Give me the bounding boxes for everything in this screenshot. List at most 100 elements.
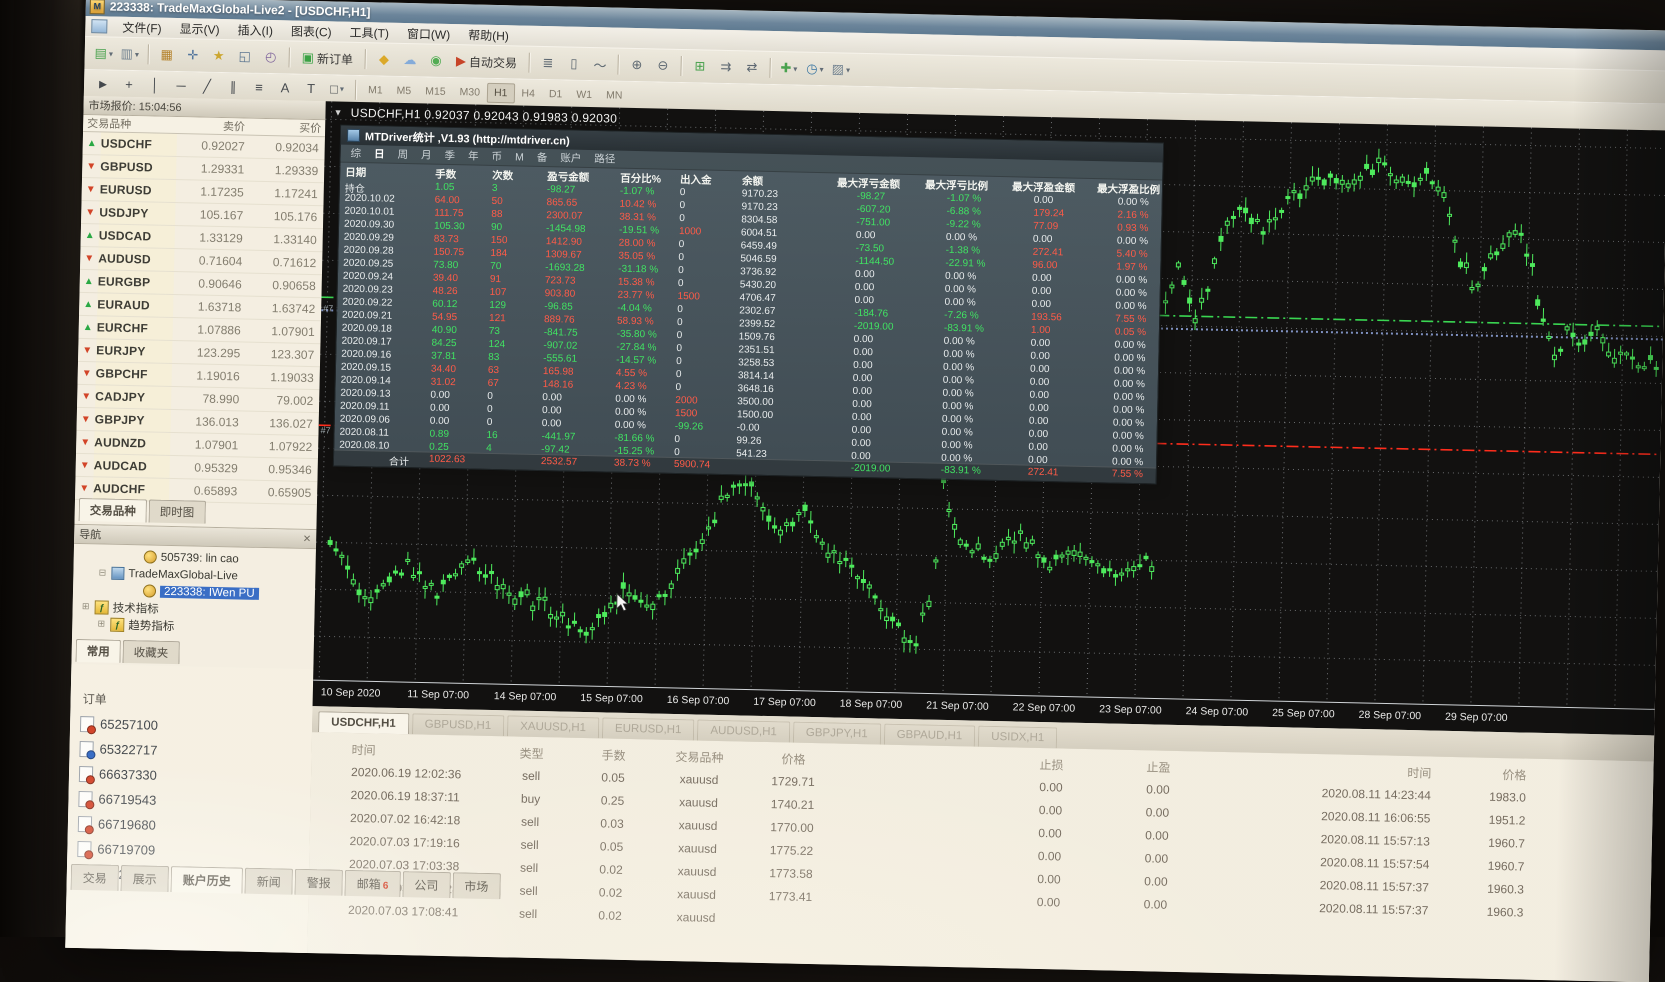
periods-icon[interactable]: ◷▾ <box>803 57 828 82</box>
shapes-tool-icon[interactable]: □▾ <box>325 77 350 102</box>
terminal-icon[interactable]: ◱ <box>232 44 257 69</box>
terminal-tab-账户历史[interactable]: 账户历史 <box>171 866 244 894</box>
history-cell[interactable]: xauusd <box>658 795 738 811</box>
chart-tab-EURUSD,H1[interactable]: EURUSD,H1 <box>602 717 695 740</box>
history-cell[interactable]: 1770.00 <box>752 820 832 836</box>
history-cell[interactable]: sell <box>498 906 558 921</box>
fibonacci-tool-icon[interactable]: ≡ <box>247 75 272 100</box>
history-cell[interactable]: 2020.07.02 16:42:18 <box>350 811 490 828</box>
history-cell[interactable]: 0.00 <box>1116 851 1196 867</box>
history-cell[interactable]: 0.00 <box>1116 874 1196 890</box>
label-tool-icon[interactable]: T <box>299 76 324 101</box>
stats-toolbar-年[interactable]: 年 <box>468 148 479 163</box>
stats-toolbar-月[interactable]: 月 <box>421 147 432 162</box>
expander-icon[interactable]: ⊞ <box>81 601 91 612</box>
menu-item-6[interactable]: 帮助(H) <box>459 24 518 46</box>
expander-icon[interactable]: ⊟ <box>97 567 107 578</box>
menu-item-2[interactable]: 插入(I) <box>228 19 282 41</box>
history-cell[interactable]: 1775.22 <box>751 843 831 859</box>
timeframe-m30[interactable]: M30 <box>452 82 487 103</box>
history-cell[interactable]: 1983.0 <box>1436 789 1526 805</box>
history-cell[interactable]: 0.02 <box>580 885 640 900</box>
tab-即时图[interactable]: 即时图 <box>149 499 206 523</box>
navigator-icon[interactable]: ★ <box>206 44 231 69</box>
chart-tab-GBPUSD,H1[interactable]: GBPUSD,H1 <box>412 713 505 736</box>
chart-tab-AUDUSD,H1[interactable]: AUDUSD,H1 <box>697 720 790 743</box>
history-cell[interactable]: xauusd <box>657 841 737 857</box>
cursor-tool-icon[interactable]: ► <box>91 72 116 97</box>
history-cell[interactable]: 1960.3 <box>1434 881 1524 897</box>
new-chart-icon[interactable]: ▤▾ <box>91 41 116 66</box>
history-cell[interactable]: xauusd <box>657 864 737 880</box>
candlestick-icon[interactable]: ▯ <box>562 51 587 76</box>
zoom-out-icon[interactable]: ⊖ <box>651 53 676 78</box>
tab-交易品种[interactable]: 交易品种 <box>79 498 147 522</box>
tab-常用[interactable]: 常用 <box>75 639 120 663</box>
menu-item-3[interactable]: 图表(C) <box>282 20 341 42</box>
history-cell[interactable]: 2020.06.19 12:02:36 <box>351 765 491 782</box>
strategy-tester-icon[interactable]: ◴ <box>258 45 283 70</box>
dropdown-arrow-icon[interactable]: ▾ <box>793 64 797 73</box>
history-cell[interactable]: 1960.7 <box>1435 835 1525 851</box>
expander-icon[interactable]: ⊞ <box>96 618 106 629</box>
terminal-tab-公司[interactable]: 公司 <box>402 871 451 898</box>
history-cell[interactable]: 0.25 <box>582 793 642 808</box>
history-cell[interactable]: sell <box>499 837 559 852</box>
crosshair-tool-icon[interactable]: + <box>117 72 142 97</box>
stats-toolbar-路径[interactable]: 路径 <box>594 151 615 166</box>
history-cell[interactable]: 0.03 <box>582 816 642 831</box>
dropdown-arrow-icon[interactable]: ▾ <box>819 65 823 74</box>
history-cell[interactable]: 2020.08.11 14:23:44 <box>1251 785 1431 803</box>
history-cell[interactable]: 2020.07.03 17:19:16 <box>349 834 489 851</box>
history-cell[interactable]: 2020.08.11 15:57:54 <box>1249 854 1429 872</box>
history-cell[interactable]: 2020.06.19 18:37:11 <box>350 788 490 805</box>
timeframe-w1[interactable]: W1 <box>569 84 599 105</box>
history-cell[interactable]: 0.00 <box>1115 897 1195 913</box>
timeframe-m1[interactable]: M1 <box>361 80 390 101</box>
history-cell[interactable]: xauusd <box>658 818 738 834</box>
terminal-tab-交易[interactable]: 交易 <box>70 864 119 891</box>
menu-item-0[interactable]: 文件(F) <box>113 16 171 38</box>
chart-menu-icon[interactable] <box>91 19 107 33</box>
horizontal-line-tool-icon[interactable]: ─ <box>169 73 194 98</box>
history-cell[interactable]: 0.00 <box>1117 805 1197 821</box>
auto-scroll-icon[interactable]: ⇄ <box>740 55 765 80</box>
history-cell[interactable]: sell <box>498 883 558 898</box>
history-cell[interactable]: 0.00 <box>1011 779 1091 795</box>
menu-item-4[interactable]: 工具(T) <box>340 21 398 43</box>
terminal-tab-市场[interactable]: 市场 <box>452 872 501 899</box>
text-tool-icon[interactable]: A <box>273 76 298 101</box>
profiles-icon[interactable]: ▥▾ <box>117 42 142 67</box>
history-cell[interactable]: 0.00 <box>1009 871 1089 887</box>
dropdown-arrow-icon[interactable]: ▾ <box>135 50 139 59</box>
timeframe-mn[interactable]: MN <box>599 85 630 106</box>
dropdown-arrow-icon[interactable]: ▾ <box>109 49 113 58</box>
vertical-line-tool-icon[interactable]: │ <box>143 73 168 98</box>
close-icon[interactable]: ✕ <box>303 533 312 544</box>
history-cell[interactable]: xauusd <box>659 772 739 788</box>
chart-tab-XAUUSD,H1[interactable]: XAUUSD,H1 <box>507 715 599 738</box>
zoom-in-icon[interactable]: ⊕ <box>625 53 650 78</box>
dropdown-arrow-icon[interactable]: ▾ <box>846 65 850 74</box>
stats-toolbar-账户[interactable]: 账户 <box>560 150 581 165</box>
history-cell[interactable]: 2020.08.11 15:57:13 <box>1250 831 1430 849</box>
templates-icon[interactable]: ▨▾ <box>829 57 854 82</box>
channel-tool-icon[interactable]: ∥ <box>221 74 246 99</box>
history-cell[interactable]: 1773.58 <box>751 866 831 882</box>
history-cell[interactable]: 2020.08.11 15:57:37 <box>1248 900 1428 918</box>
new-order-button[interactable]: ▣新订单 <box>295 46 359 71</box>
market-watch-icon[interactable]: ▦ <box>154 43 179 68</box>
history-cell[interactable]: sell <box>499 860 559 875</box>
chart-shift-icon[interactable]: ⇉ <box>714 55 739 80</box>
autotrading-button[interactable]: ▶自动交易 <box>450 49 524 75</box>
terminal-tab-警报[interactable]: 警报 <box>295 869 344 896</box>
metaeditor-icon[interactable]: ◆ <box>372 47 397 72</box>
history-cell[interactable]: 0.02 <box>581 862 641 877</box>
terminal-tab-展示[interactable]: 展示 <box>121 865 170 892</box>
history-cell[interactable]: buy <box>500 791 560 806</box>
menu-item-1[interactable]: 显示(V) <box>170 17 228 39</box>
signals-icon[interactable]: ◉ <box>424 48 449 73</box>
tile-windows-icon[interactable]: ⊞ <box>688 54 713 79</box>
terminal-tab-邮箱[interactable]: 邮箱6 <box>345 870 401 897</box>
history-cell[interactable]: 0.02 <box>580 908 640 923</box>
